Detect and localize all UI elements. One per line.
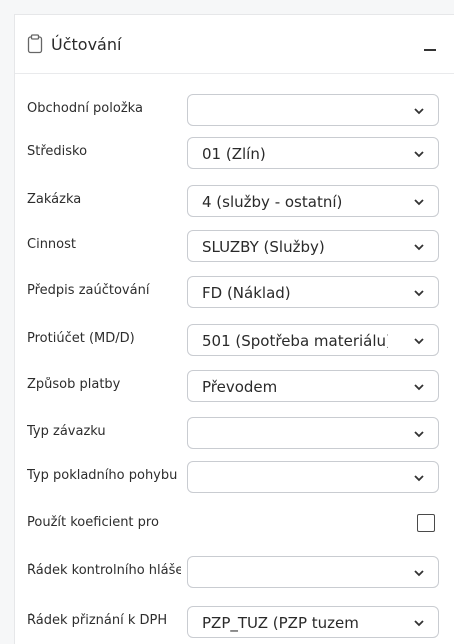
radek-kontrolniho-hlaseni-select[interactable] [187, 556, 439, 588]
typ-pokladniho-pohybu-select[interactable] [187, 461, 439, 493]
field-row: Řádek přiznání k DPH PZP_TUZ (PZP tuzem [15, 606, 454, 638]
chevron-down-icon [414, 151, 424, 158]
field-label: Středisko [27, 144, 88, 159]
field-row: Řádek kontrolního hlášení [15, 556, 454, 588]
stredisko-select[interactable]: 01 (Zlín) [187, 137, 439, 169]
chevron-down-icon [414, 475, 424, 482]
field-row: Předpis zaúčtování FD (Náklad) [15, 276, 454, 308]
field-row: Činnost SLUZBY (Služby) [15, 230, 454, 262]
section-title: Účtování [51, 35, 122, 54]
select-value: FD (Náklad) [202, 284, 291, 302]
accounting-panel: Účtování Obchodní položka Středisko 01 (… [14, 14, 454, 644]
chevron-down-icon [414, 338, 424, 345]
field-label: Zakázka [27, 192, 82, 207]
chevron-down-icon [414, 244, 424, 251]
obchodni-polozka-select[interactable] [187, 94, 439, 126]
field-label: Činnost [27, 237, 76, 252]
field-label: Řádek přiznání k DPH [27, 613, 168, 628]
field-row: Obchodní položka [15, 94, 454, 126]
select-value: 501 (Spotřeba materiálu) [202, 332, 388, 350]
field-row: Použít koeficient pro [15, 508, 454, 540]
pouzit-koeficient-checkbox[interactable] [417, 514, 435, 532]
protiucet-select[interactable]: 501 (Spotřeba materiálu) [187, 324, 439, 356]
field-row: Středisko 01 (Zlín) [15, 137, 454, 169]
field-label: Typ závazku [27, 424, 106, 439]
select-value: SLUZBY (Služby) [202, 238, 325, 256]
select-value: 4 (služby - ostatní) [202, 193, 343, 211]
field-row: Typ pokladního pohybu [15, 461, 454, 493]
zpusob-platby-select[interactable]: Převodem [187, 370, 439, 402]
field-label: Protiúčet (MD/D) [27, 331, 135, 346]
select-value: Převodem [202, 378, 278, 396]
field-label: Řádek kontrolního hlášení [27, 563, 181, 578]
radek-priznani-dph-select[interactable]: PZP_TUZ (PZP tuzem [187, 606, 439, 638]
chevron-down-icon [414, 620, 424, 627]
zakazka-select[interactable]: 4 (služby - ostatní) [187, 185, 439, 217]
chevron-down-icon [414, 108, 424, 115]
collapse-button[interactable] [421, 35, 439, 57]
field-row: Protiúčet (MD/D) 501 (Spotřeba materiálu… [15, 324, 454, 356]
field-label: Předpis zaúčtování [27, 283, 150, 298]
cinnost-select[interactable]: SLUZBY (Služby) [187, 230, 439, 262]
predpis-zauctovani-select[interactable]: FD (Náklad) [187, 276, 439, 308]
select-value: PZP_TUZ (PZP tuzem [202, 614, 359, 632]
chevron-down-icon [414, 384, 424, 391]
field-row: Zakázka 4 (služby - ostatní) [15, 185, 454, 217]
chevron-down-icon [414, 431, 424, 438]
field-label: Obchodní položka [27, 101, 143, 116]
chevron-down-icon [414, 290, 424, 297]
field-label: Typ pokladního pohybu [27, 468, 178, 483]
field-row: Typ závazku [15, 417, 454, 449]
field-row: Způsob platby Převodem [15, 370, 454, 402]
section-header: Účtování [15, 15, 454, 74]
select-value: 01 (Zlín) [202, 145, 266, 163]
clipboard-icon [27, 34, 43, 54]
chevron-down-icon [414, 199, 424, 206]
field-label: Použít koeficient pro [27, 515, 159, 530]
typ-zavazku-select[interactable] [187, 417, 439, 449]
chevron-down-icon [414, 570, 424, 577]
field-label: Způsob platby [27, 377, 121, 392]
